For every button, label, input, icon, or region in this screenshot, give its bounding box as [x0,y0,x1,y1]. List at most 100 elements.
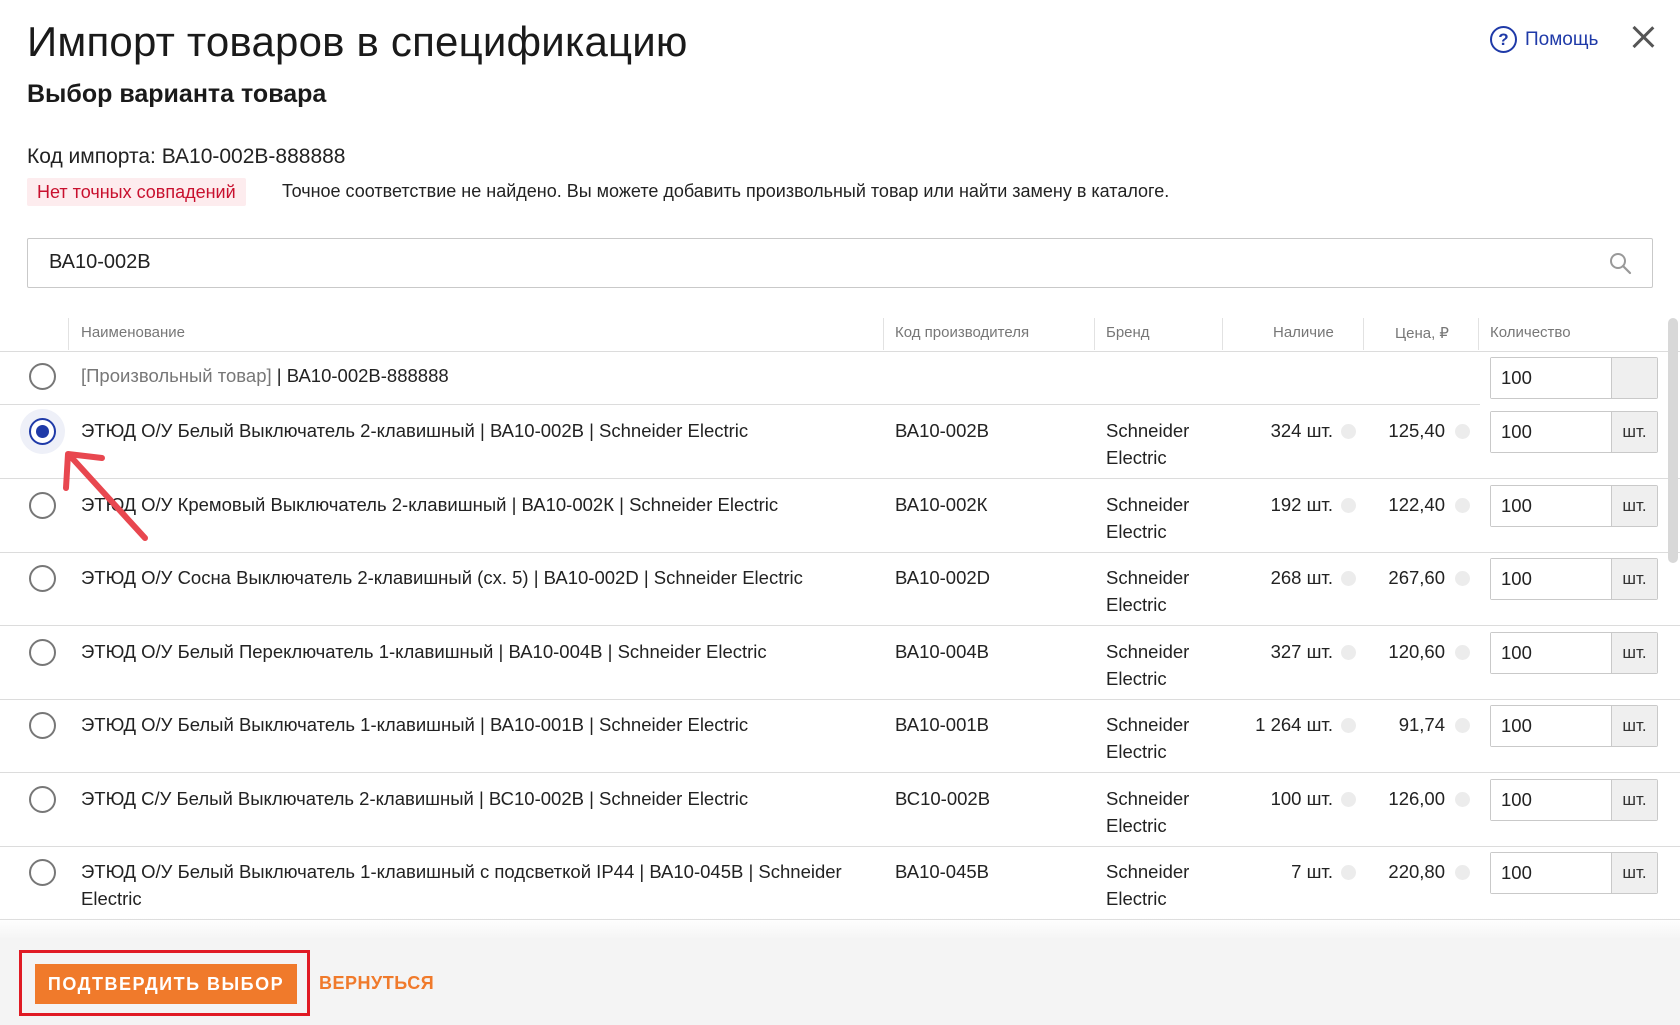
unit-label: шт. [1611,706,1657,746]
price: 267,60 [1388,567,1445,588]
scrollbar[interactable] [1668,318,1678,563]
import-code: Код импорта: ВА10-002В-888888 [27,145,346,168]
brand: Schneider Electric [1106,861,1190,909]
quantity-input[interactable] [1491,412,1611,452]
question-icon: ? [1490,26,1517,53]
price-info-icon[interactable] [1455,424,1470,439]
price: 125,40 [1388,420,1445,441]
manufacturer-code: ВА10-002D [895,567,991,588]
quantity-field [1490,357,1658,399]
custom-item-name: [Произвольный товар] | ВА10-002В-888888 [81,362,871,389]
quantity-field: шт. [1490,852,1658,894]
brand: Schneider Electric [1106,714,1190,762]
price-info-icon[interactable] [1455,571,1470,586]
price: 122,40 [1388,494,1445,515]
table-row[interactable]: ЭТЮД О/У Кремовый Выключатель 2-клавишны… [0,479,1680,553]
table-row[interactable]: ЭТЮД С/У Белый Выключатель 2-клавишный |… [0,773,1680,847]
stock: 1 264 шт. [1255,714,1333,735]
row-radio[interactable] [29,418,56,445]
quantity-field: шт. [1490,779,1658,821]
row-radio[interactable] [29,565,56,592]
stock: 192 шт. [1270,494,1333,515]
table-row-custom[interactable]: [Произвольный товар] | ВА10-002В-888888 [0,352,1680,405]
stock-info-icon[interactable] [1341,865,1356,880]
price-info-icon[interactable] [1455,645,1470,660]
custom-item-code: | ВА10-002В-888888 [271,365,449,386]
price: 91,74 [1398,714,1445,735]
price-info-icon[interactable] [1455,498,1470,513]
no-match-notice: Точное соответствие не найдено. Вы может… [282,181,1170,201]
page-title: Импорт товаров в спецификацию [27,18,688,65]
quantity-input[interactable] [1491,633,1611,673]
column-divider [1094,318,1095,350]
row-radio[interactable] [29,363,56,390]
unit-cell [1611,358,1657,398]
search-input[interactable] [28,239,1588,286]
row-radio[interactable] [29,786,56,813]
column-header-price: Цена, ₽ [1395,325,1449,342]
price-info-icon[interactable] [1455,865,1470,880]
close-icon[interactable] [1628,22,1658,52]
no-match-badge: Нет точных совпадений [27,178,246,206]
price: 120,60 [1388,641,1445,662]
custom-item-prefix: [Произвольный товар] [81,365,272,386]
table-row[interactable]: ЭТЮД О/У Белый Переключатель 1-клавишный… [0,626,1680,700]
stock-info-icon[interactable] [1341,571,1356,586]
stock: 7 шт. [1291,861,1333,882]
column-divider [1478,318,1479,350]
column-header-stock: Наличие [1273,324,1334,341]
search-icon[interactable] [1608,251,1632,275]
column-header-brand: Бренд [1106,324,1150,341]
column-header-qty: Количество [1490,324,1571,341]
footer-fade [0,918,1680,940]
manufacturer-code: ВА10-045В [895,861,990,882]
help-link[interactable]: ? Помощь [1490,26,1598,53]
row-radio[interactable] [29,492,56,519]
table-row[interactable]: ЭТЮД О/У Белый Выключатель 1-клавишный |… [0,699,1680,773]
quantity-field: шт. [1490,558,1658,600]
annotation-arrow-icon [63,451,148,541]
row-radio[interactable] [29,712,56,739]
brand: Schneider Electric [1106,494,1190,542]
column-header-name: Наименование [81,324,185,341]
price-info-icon[interactable] [1455,792,1470,807]
unit-label: шт. [1611,633,1657,673]
unit-label: шт. [1611,486,1657,526]
manufacturer-code: ВА10-001В [895,714,990,735]
product-name: ЭТЮД С/У Белый Выключатель 2-клавишный |… [81,788,749,809]
quantity-input[interactable] [1491,358,1611,398]
unit-label: шт. [1611,559,1657,599]
quantity-input[interactable] [1491,486,1611,526]
quantity-input[interactable] [1491,706,1611,746]
price: 220,80 [1388,861,1445,882]
stock: 327 шт. [1270,641,1333,662]
column-divider [1363,318,1364,350]
stock-info-icon[interactable] [1341,424,1356,439]
quantity-input[interactable] [1491,559,1611,599]
row-radio[interactable] [29,859,56,886]
stock-info-icon[interactable] [1341,498,1356,513]
unit-label: шт. [1611,412,1657,452]
quantity-field: шт. [1490,632,1658,674]
back-button[interactable]: ВЕРНУТЬСЯ [319,973,434,994]
table-row[interactable]: ЭТЮД О/У Сосна Выключатель 2-клавишный (… [0,552,1680,626]
unit-label: шт. [1611,780,1657,820]
column-divider [68,318,69,350]
column-divider [883,318,884,350]
table-row[interactable]: ЭТЮД О/У Белый Выключатель 2-клавишный |… [0,405,1680,479]
brand: Schneider Electric [1106,788,1190,836]
quantity-input[interactable] [1491,853,1611,893]
column-divider [1222,318,1223,350]
manufacturer-code: ВА10-002К [895,494,988,515]
table-row[interactable]: ЭТЮД О/У Белый Выключатель 1-клавишный с… [0,846,1680,920]
product-name: ЭТЮД О/У Белый Переключатель 1-клавишный… [81,641,767,662]
price-info-icon[interactable] [1455,718,1470,733]
confirm-button[interactable]: ПОДТВЕРДИТЬ ВЫБОР [35,964,297,1004]
stock-info-icon[interactable] [1341,645,1356,660]
stock-info-icon[interactable] [1341,718,1356,733]
quantity-input[interactable] [1491,780,1611,820]
row-radio[interactable] [29,639,56,666]
manufacturer-code: ВА10-002В [895,420,990,441]
stock-info-icon[interactable] [1341,792,1356,807]
quantity-field: шт. [1490,485,1658,527]
